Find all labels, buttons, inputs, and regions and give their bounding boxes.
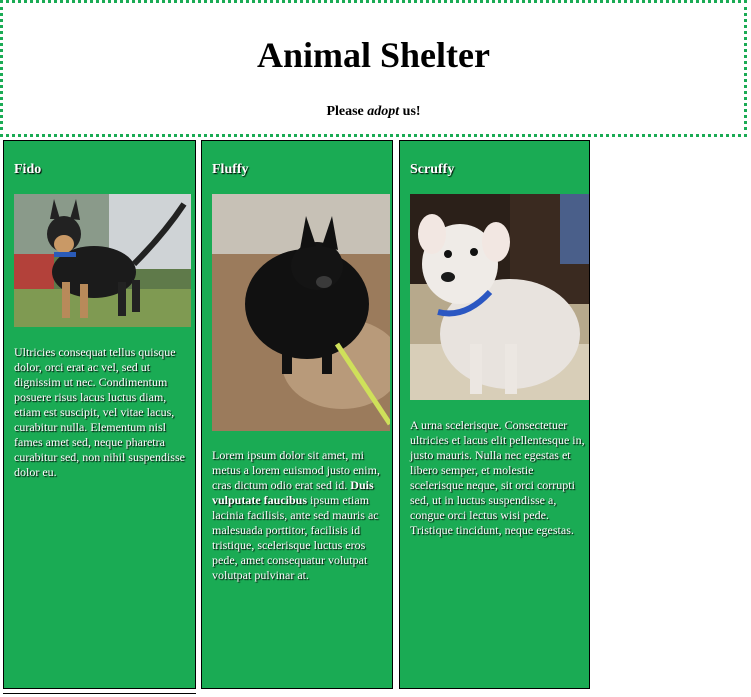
page-tagline: Please adopt us! [3,104,744,120]
tagline-pre: Please [326,104,368,119]
pet-card-fluffy: Fluffy Lorem ipsum dolor sit amet, mi me… [201,140,393,689]
divider-line [3,693,196,694]
tagline-emphasis: adopt [367,104,400,119]
dog-photo-scruffy [410,194,589,400]
pet-photo-scruffy [410,194,589,400]
pet-name: Scruffy [410,162,455,177]
pet-card-fido: Fido Ultricies consequat tellus quisque … [3,140,196,689]
pet-description: Lorem ipsum dolor sit amet, mi metus a l… [212,448,388,583]
dog-photo-fido [14,194,191,327]
page-header: Animal Shelter Please adopt us! [0,0,747,137]
pet-name: Fluffy [212,162,249,177]
tagline-post: us! [399,104,421,119]
page-title: Animal Shelter [257,35,490,75]
pet-photo-fluffy [212,194,390,431]
pet-photo-fido [14,194,191,327]
pet-card-scruffy: Scruffy A urna scelerisque. Consectetuer… [399,140,590,689]
pet-description: Ultricies consequat tellus quisque dolor… [14,345,185,479]
pet-description: A urna scelerisque. Consectetuer ultrici… [410,418,585,537]
dog-photo-fluffy [212,194,390,431]
pet-name: Fido [14,162,42,177]
